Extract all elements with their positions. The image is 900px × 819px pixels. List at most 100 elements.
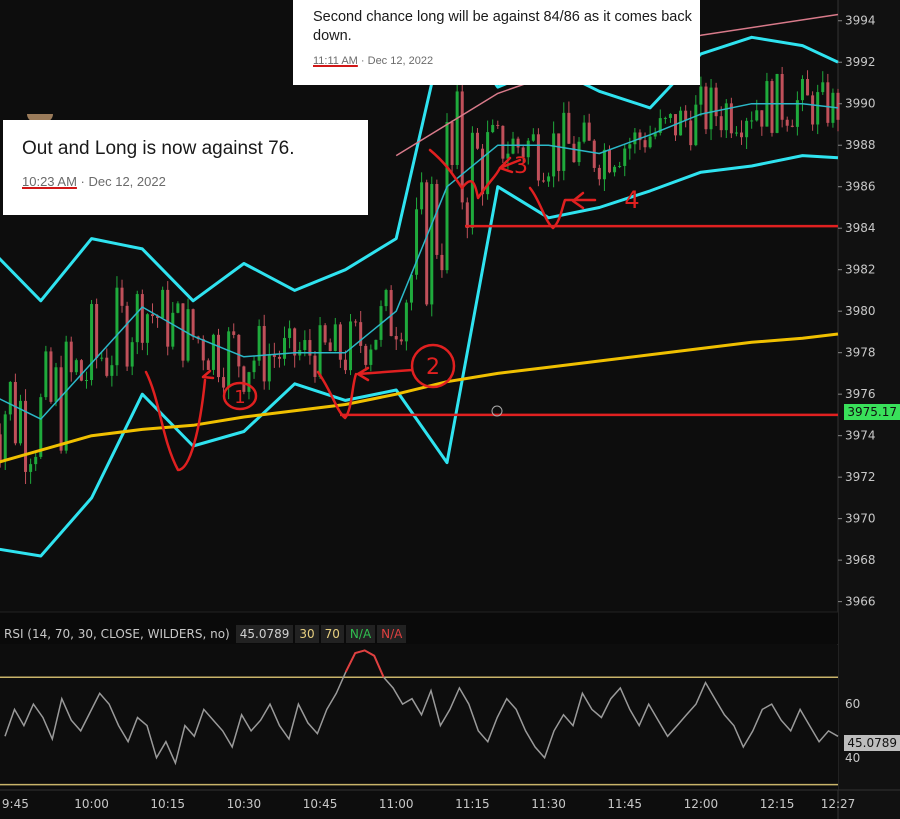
candle-body	[450, 121, 454, 165]
candle-body	[100, 357, 104, 359]
candle-body	[790, 125, 794, 127]
candle-body	[734, 132, 738, 134]
candle-body	[531, 134, 535, 141]
candle-body	[39, 397, 43, 457]
candle-body	[186, 309, 190, 361]
candle-body	[217, 334, 221, 378]
time-tick-label: 12:15	[760, 797, 795, 811]
candle-body	[252, 360, 256, 373]
candle-body	[227, 331, 231, 388]
candle-body	[420, 182, 424, 210]
candle-body	[618, 165, 622, 167]
tweet-time: 11:11 AM	[313, 55, 358, 67]
candle-body	[323, 325, 327, 343]
time-tick-label: 9:45	[2, 797, 29, 811]
candle-body	[237, 334, 241, 367]
candle-body	[277, 356, 281, 359]
candle-body	[130, 342, 134, 367]
time-tick-label: 11:15	[455, 797, 490, 811]
price-tick-label: 3992	[845, 55, 876, 69]
candle-body	[110, 365, 114, 376]
time-tick-label: 10:00	[74, 797, 109, 811]
candle-body	[719, 116, 723, 131]
time-tick-label: 11:45	[607, 797, 642, 811]
price-tick-label: 3994	[845, 14, 876, 28]
candle-body	[689, 120, 693, 146]
candle-body	[8, 381, 12, 415]
candle-body	[699, 86, 703, 105]
candle-body	[293, 328, 297, 356]
candle-body	[288, 328, 292, 338]
rsi-na-green: N/A	[345, 625, 376, 643]
annotation-label-1: 1	[234, 387, 245, 408]
time-tick-label: 10:30	[227, 797, 262, 811]
candle-body	[211, 334, 215, 370]
time-tick-label: 12:00	[684, 797, 719, 811]
candle-body	[821, 82, 825, 93]
candle-body	[648, 136, 652, 148]
candle-body	[54, 367, 58, 402]
candle-body	[668, 114, 672, 118]
candle-body	[191, 309, 195, 337]
tweet-time: 10:23 AM	[22, 174, 77, 189]
candle-body	[364, 345, 368, 365]
candle-body	[826, 82, 830, 123]
candle-body	[806, 79, 810, 96]
candle-body	[628, 144, 632, 149]
price-tick-label: 3968	[845, 553, 876, 567]
candle-body	[785, 119, 789, 126]
candle-body	[74, 360, 78, 373]
candle-body	[394, 336, 398, 340]
candle-body	[374, 339, 378, 350]
candle-body	[663, 117, 667, 119]
candle-body	[3, 414, 7, 461]
price-tick-label: 3978	[845, 346, 876, 360]
time-axis: 9:45 10:00 10:15 10:30 10:45 11:00 11:15 11:30 1…	[2, 797, 855, 811]
candle-body	[724, 103, 728, 131]
candle-body	[313, 355, 317, 377]
candle-body	[161, 289, 165, 318]
candle-body	[836, 92, 840, 120]
candle-body	[740, 132, 744, 138]
price-tick-label: 3982	[845, 263, 876, 277]
candle-body	[0, 434, 2, 461]
candle-body	[79, 360, 83, 381]
candle-body	[29, 464, 33, 472]
candle-body	[135, 294, 139, 343]
annotation-label-3: 3	[514, 154, 528, 179]
candle-body	[572, 143, 576, 163]
rsi-study-label[interactable]: RSI (14, 70, 30, CLOSE, WILDERS, no)	[0, 625, 234, 643]
time-tick-label: 10:45	[303, 797, 338, 811]
candle-body	[811, 95, 815, 125]
candle-body	[562, 112, 566, 171]
support-levels	[340, 224, 838, 417]
candle-body	[536, 134, 540, 181]
candle-body	[140, 294, 144, 343]
candle-body	[694, 104, 698, 146]
candle-body	[409, 274, 413, 303]
time-tick-label: 12:27	[821, 797, 856, 811]
tweet-date: · Dec 12, 2022	[357, 55, 434, 67]
candle-body	[18, 400, 22, 444]
candle-body	[181, 303, 185, 361]
candle-body	[222, 377, 226, 388]
candle-body	[547, 176, 551, 182]
candle-body	[684, 110, 688, 121]
price-tick-label: 3984	[845, 221, 876, 235]
rsi-panel: 60 40	[0, 645, 900, 791]
candle-body	[125, 305, 129, 367]
candle-body	[496, 124, 500, 126]
candle-body	[552, 133, 556, 177]
candle-body	[440, 254, 444, 271]
candle-body	[770, 81, 774, 133]
candle-body	[511, 138, 515, 154]
candle-body	[455, 91, 459, 165]
candle-body	[49, 351, 53, 402]
rsi-na-red: N/A	[377, 625, 407, 643]
candle-body	[349, 321, 353, 371]
price-tick-label: 3980	[845, 304, 876, 318]
candle-body	[64, 341, 68, 451]
candle-body	[328, 342, 332, 352]
candle-body	[607, 149, 611, 173]
rsi-current-tag: 45.0789	[844, 735, 900, 751]
